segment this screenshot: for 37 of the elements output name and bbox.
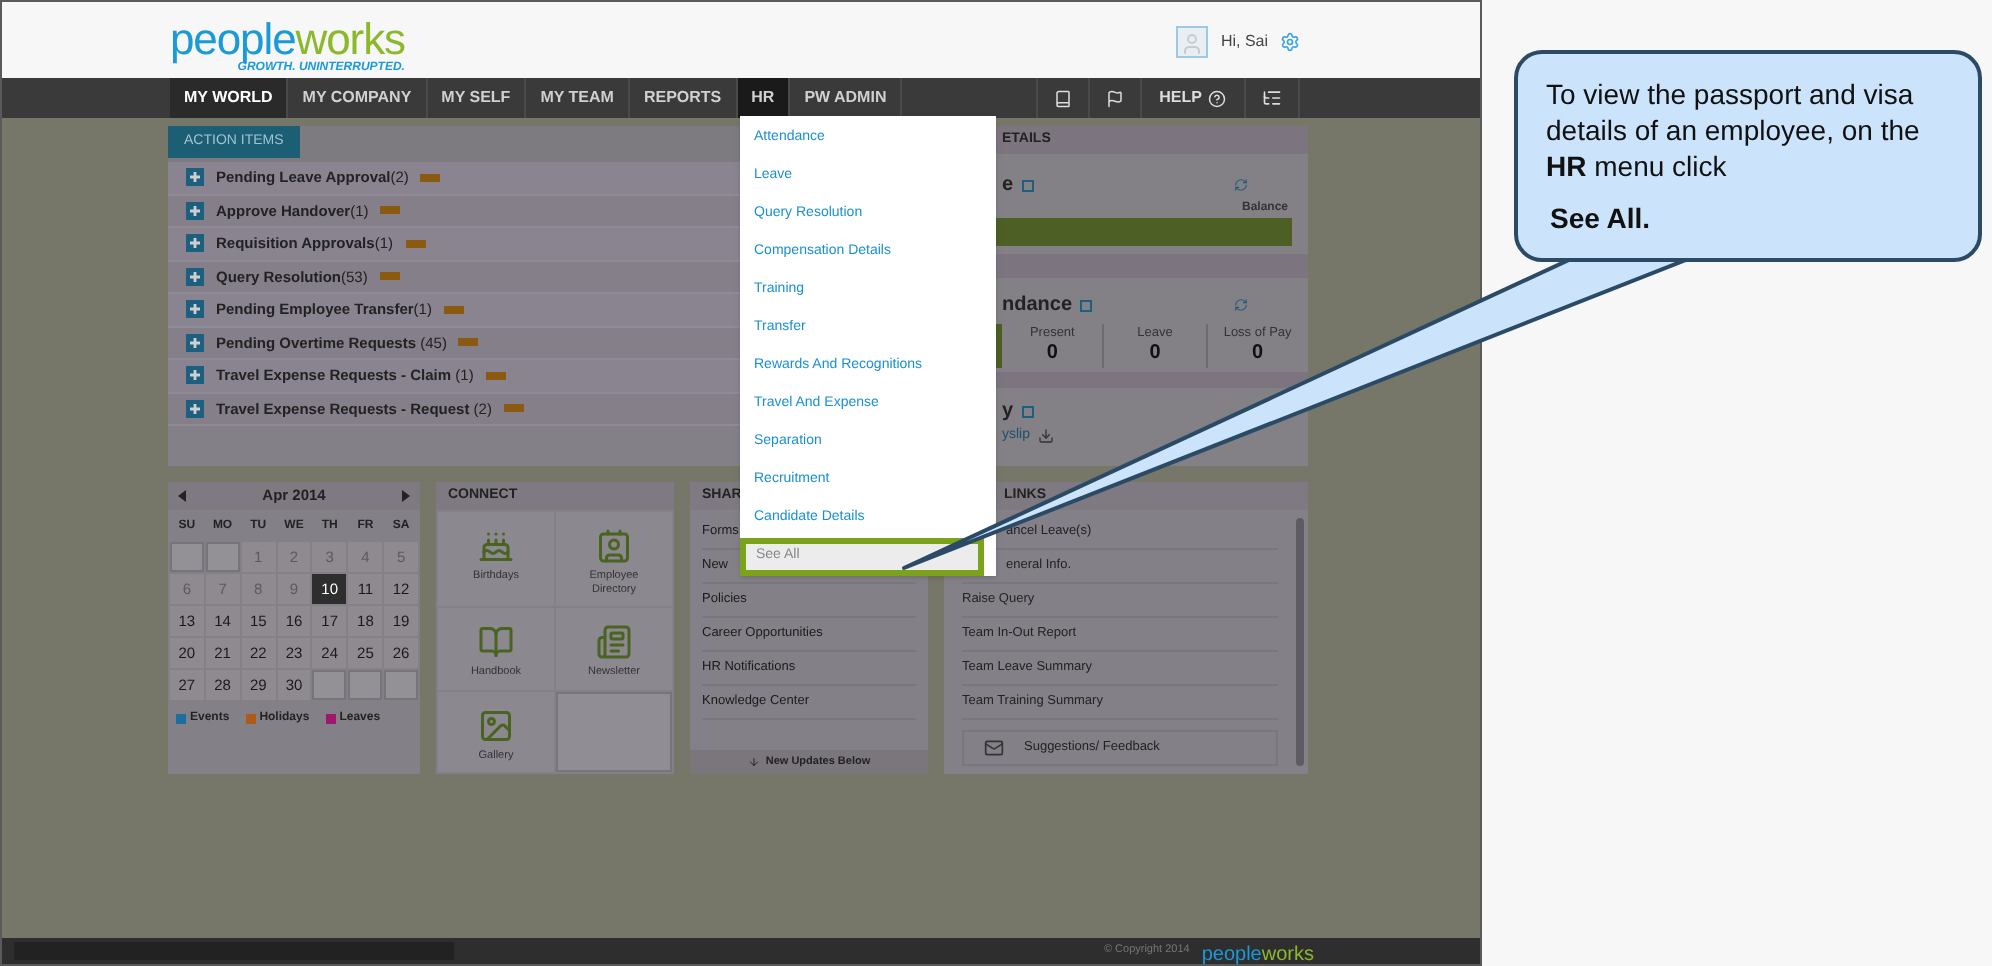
new-badge-icon <box>379 272 400 281</box>
callout-text: To view the passport and visa details of an employee, on the HR menu click <box>1546 76 1922 184</box>
picture-icon <box>478 707 514 744</box>
stat-value: 0 <box>1252 343 1264 364</box>
contact-card-icon <box>596 528 632 564</box>
logo: peopleworks <box>170 18 405 62</box>
nav-tab[interactable]: MY WORLD <box>170 78 289 118</box>
open-book-icon <box>478 624 514 661</box>
download-icon[interactable] <box>1038 428 1055 445</box>
stat-value: 0 <box>1046 343 1058 364</box>
greeting: Hi, Sai <box>1220 30 1268 54</box>
new-badge-icon <box>458 338 479 347</box>
new-badge-icon <box>420 173 441 182</box>
new-badge-icon <box>405 239 425 248</box>
help-icon <box>1208 89 1226 107</box>
sitemap-icon[interactable] <box>1262 88 1282 108</box>
new-badge-icon <box>485 371 506 380</box>
flag-icon[interactable] <box>1105 89 1124 107</box>
new-badge-icon <box>443 305 464 314</box>
settings-icon[interactable] <box>1280 32 1300 52</box>
new-badge-icon <box>503 404 524 413</box>
avatar-icon <box>1176 26 1209 58</box>
envelope-icon <box>984 738 1004 758</box>
book-icon[interactable] <box>1053 89 1072 107</box>
section-title: e <box>1002 172 1014 200</box>
callout-action: See All. <box>1550 200 1653 238</box>
nav-tab[interactable]: HR <box>737 78 791 118</box>
new-badge-icon <box>380 206 401 215</box>
cake-icon <box>478 528 514 564</box>
newspaper-icon <box>596 624 632 661</box>
logo: peopleworks <box>1201 943 1314 965</box>
stat-value: 0 <box>1149 343 1161 364</box>
section-title: y <box>1002 398 1014 426</box>
down-arrow-icon <box>747 756 760 768</box>
help-button[interactable]: HELP <box>1139 78 1244 118</box>
scrollbar[interactable] <box>1296 518 1304 766</box>
section-title: ndance <box>1002 292 1073 320</box>
